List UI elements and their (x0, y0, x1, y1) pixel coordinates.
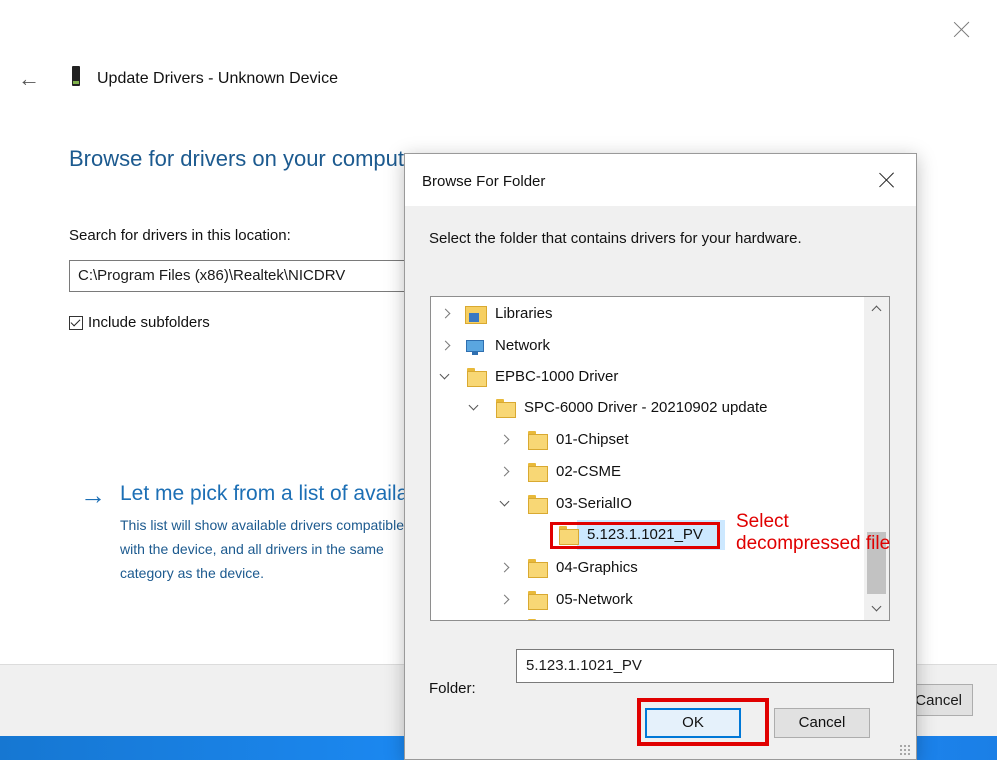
tree-item-network[interactable]: Network (431, 331, 861, 361)
folder-input[interactable]: 5.123.1.1021_PV (516, 649, 894, 683)
chevron-right-icon[interactable] (498, 425, 512, 455)
folder-label: Folder: (429, 680, 476, 697)
close-icon[interactable] (951, 18, 973, 40)
scroll-down-icon[interactable] (864, 598, 889, 620)
tree-scrollbar[interactable] (864, 297, 889, 620)
tree-item-partial (528, 613, 558, 620)
chevron-down-icon[interactable] (467, 393, 481, 423)
scroll-up-icon[interactable] (864, 297, 889, 319)
tree-item-05-network[interactable]: 05-Network (431, 585, 861, 615)
tree-item-label: SPC-6000 Driver - 20210902 update (524, 399, 768, 416)
tree-item-label: 03-SerialIO (556, 495, 632, 512)
folder-icon (467, 367, 487, 387)
tree-item-spc-6000-driver[interactable]: SPC-6000 Driver - 20210902 update (431, 393, 861, 423)
tree-item-04-graphics[interactable]: 04-Graphics (431, 553, 861, 583)
tree-item-libraries[interactable]: Libraries (431, 299, 861, 329)
chevron-right-icon[interactable] (439, 331, 453, 361)
folder-tree[interactable]: Libraries Network EPBC-1000 Driver SPC-6… (430, 296, 890, 621)
dialog-titlebar: Browse For Folder (405, 154, 916, 206)
pick-from-list-description: This list will show available drivers co… (120, 517, 404, 581)
tree-item-label: Libraries (495, 305, 553, 322)
tree-item-label: Network (495, 337, 551, 354)
chevron-right-icon[interactable] (498, 457, 512, 487)
tree-item-label: 05-Network (556, 591, 633, 608)
dialog-title: Browse For Folder (422, 173, 546, 190)
annotation-text: Select decompressed file (736, 511, 891, 554)
cancel-button[interactable]: Cancel (774, 708, 870, 738)
folder-icon (528, 494, 548, 514)
back-arrow-icon[interactable]: ← (18, 68, 40, 90)
network-icon (464, 336, 488, 356)
annotation-highlight-ok-button (637, 698, 769, 746)
chevron-right-icon[interactable] (439, 299, 453, 329)
libraries-icon (465, 304, 487, 324)
folder-icon (528, 558, 548, 578)
device-icon (72, 66, 80, 86)
folder-icon (496, 398, 516, 418)
tree-item-label: 02-CSME (556, 463, 622, 480)
folder-icon (528, 618, 548, 620)
chevron-right-icon[interactable] (498, 553, 512, 583)
chevron-right-icon[interactable] (498, 585, 512, 615)
tree-item-epbc-1000-driver[interactable]: EPBC-1000 Driver (431, 362, 861, 392)
resize-grip[interactable] (899, 744, 911, 756)
chevron-down-icon[interactable] (498, 489, 512, 519)
annotation-highlight-selected-folder (550, 522, 720, 549)
folder-icon (528, 430, 548, 450)
chevron-down-icon[interactable] (438, 362, 452, 392)
folder-icon (528, 590, 548, 610)
include-subfolders-label: Include subfolders (88, 314, 210, 331)
include-subfolders-checkbox[interactable] (69, 316, 83, 330)
window-title: Update Drivers - Unknown Device (97, 70, 338, 87)
tree-item-02-csme[interactable]: 02-CSME (431, 457, 861, 487)
tree-item-label: 04-Graphics (556, 559, 638, 576)
dialog-close-icon[interactable] (875, 168, 899, 192)
arrow-right-icon: → (80, 480, 106, 510)
tree-item-label: EPBC-1000 Driver (495, 368, 619, 385)
search-location-label: Search for drivers in this location: (69, 227, 291, 244)
folder-icon (528, 462, 548, 482)
browse-for-folder-dialog: Browse For Folder Select the folder that… (404, 153, 917, 760)
tree-item-01-chipset[interactable]: 01-Chipset (431, 425, 861, 455)
tree-item-label: 01-Chipset (556, 431, 629, 448)
page-heading: Browse for drivers on your computer (69, 146, 424, 171)
dialog-instruction: Select the folder that contains drivers … (429, 230, 802, 247)
